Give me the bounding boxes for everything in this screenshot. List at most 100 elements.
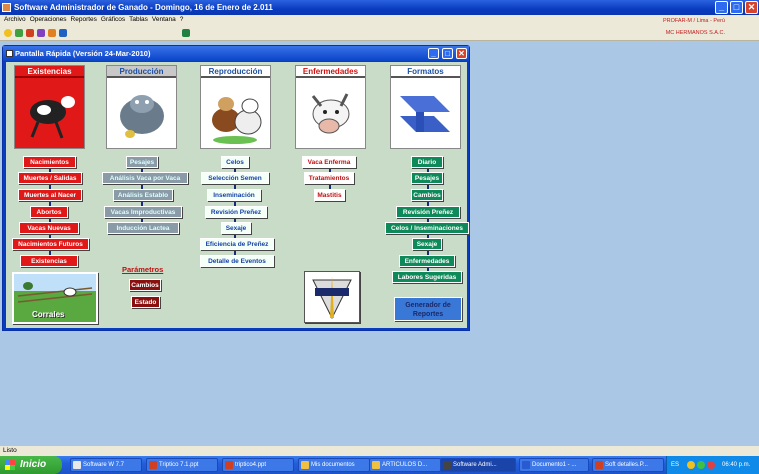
btn-nacimientos[interactable]: Nacimientos	[23, 156, 76, 168]
exit-icon[interactable]	[182, 29, 190, 37]
section-formatos[interactable]: Formatos	[390, 65, 461, 149]
menu-tablas[interactable]: Tablas	[129, 15, 148, 25]
btn-labores-sugeridas[interactable]: Labores Sugeridas	[392, 271, 462, 283]
btn-muertes-salidas[interactable]: Muertes / Salidas	[18, 172, 82, 184]
app-title: Software Administrador de Ganado - Domin…	[14, 3, 273, 12]
btn-muertes-nacer[interactable]: Muertes al Nacer	[18, 189, 82, 201]
task-label: Software W 7.7	[83, 462, 125, 468]
btn-mastitis[interactable]: Mastitis	[314, 189, 345, 201]
btn-sexaje-fmt[interactable]: Sexaje	[412, 238, 442, 250]
btn-param-estado[interactable]: Estado	[131, 296, 160, 308]
child-close-button[interactable]: ✕	[456, 48, 467, 59]
task-item[interactable]: Documento1 - ...	[519, 458, 589, 472]
tray-icon[interactable]	[687, 461, 695, 469]
btn-pesajes-fmt[interactable]: Pesajes	[411, 172, 443, 184]
task-item[interactable]: Triptico 7.1.ppt	[146, 458, 218, 472]
folder-icon	[301, 461, 309, 469]
folder-icon	[372, 461, 380, 469]
btn-seleccion-semen[interactable]: Selección Semen	[201, 172, 269, 184]
menu-reportes[interactable]: Reportes	[71, 15, 97, 25]
section-reproduccion[interactable]: Reproducción	[200, 65, 271, 149]
app-icon	[2, 3, 11, 12]
ppt-icon	[595, 461, 603, 469]
report-icon[interactable]	[26, 29, 34, 37]
maximize-button[interactable]: □	[730, 1, 743, 14]
tool-icon[interactable]	[37, 29, 45, 37]
btn-celos[interactable]: Celos	[221, 156, 249, 168]
close-button[interactable]: ✕	[745, 1, 758, 14]
cow-dancing-picture	[18, 82, 81, 146]
menu-graficos[interactable]: Gráficos	[101, 15, 125, 25]
minimize-button[interactable]: _	[715, 1, 728, 14]
btn-cambios-fmt[interactable]: Cambios	[411, 189, 443, 201]
bull-picture	[110, 82, 173, 146]
toolbar: PROFAR-M / Lima - Perú MC HERMANOS S.A.C…	[0, 18, 759, 41]
task-label: Software Admi...	[453, 462, 497, 468]
menu-operaciones[interactable]: Operaciones	[30, 15, 67, 25]
windows-logo-icon	[5, 460, 15, 470]
menu-help[interactable]: ?	[180, 15, 184, 25]
task-item[interactable]: Software W 7.7	[70, 458, 142, 472]
tray-icon[interactable]	[707, 461, 715, 469]
task-item-active[interactable]: Software Admi...	[440, 458, 516, 472]
btn-pesajes-prod[interactable]: Pesajes	[126, 156, 158, 168]
btn-diario[interactable]: Diario	[411, 156, 443, 168]
task-label: Mis documentos	[311, 462, 355, 468]
language-indicator[interactable]: ES	[671, 456, 679, 474]
task-label: Soft detalles.P...	[605, 462, 648, 468]
menu-ventana[interactable]: Ventana	[152, 15, 176, 25]
generador-reportes-button[interactable]: Generador de Reportes	[394, 297, 462, 321]
calendar-icon[interactable]	[59, 29, 67, 37]
btn-celos-inseminaciones[interactable]: Celos / Inseminaciones	[385, 222, 469, 234]
section-produccion[interactable]: Producción	[106, 65, 177, 149]
child-minimize-button[interactable]: _	[428, 48, 439, 59]
btn-inseminacion[interactable]: Inseminación	[207, 189, 261, 201]
btn-param-cambios[interactable]: Cambios	[129, 279, 161, 291]
btn-detalle-eventos[interactable]: Detalle de Eventos	[200, 255, 274, 267]
app-icon	[73, 461, 81, 469]
btn-vacas-nuevas[interactable]: Vacas Nuevas	[19, 222, 79, 234]
btn-sexaje[interactable]: Sexaje	[221, 222, 251, 234]
ppt-icon	[225, 461, 233, 469]
task-item[interactable]: Soft detalles.P...	[592, 458, 664, 472]
btn-revision-prenez-fmt[interactable]: Revisión Preñez	[396, 206, 460, 218]
quick-screen-window: Pantalla Rápida (Versión 24-Mar-2010) _ …	[2, 45, 470, 331]
section-existencias[interactable]: Existencias	[14, 65, 85, 149]
menu-archivo[interactable]: Archivo	[4, 15, 26, 25]
task-label: Triptico 7.1.ppt	[159, 462, 199, 468]
btn-induccion-lactea[interactable]: Inducción Lactea	[107, 222, 179, 234]
emai-emblem	[312, 276, 352, 320]
section-header: Enfermedades	[296, 66, 365, 78]
app-icon	[443, 461, 451, 469]
word-icon	[522, 461, 530, 469]
start-button[interactable]: Inicio	[0, 456, 62, 474]
folder-icon[interactable]	[48, 29, 56, 37]
section-header: Producción	[107, 66, 176, 78]
child-title-bar: Pantalla Rápida (Versión 24-Mar-2010) _ …	[3, 46, 469, 61]
clock[interactable]: 06:40 p.m.	[722, 456, 750, 474]
status-text: Listo	[3, 447, 17, 454]
btn-revision-prenez[interactable]: Revisión Preñez	[205, 206, 267, 218]
btn-eficiencia-prenez[interactable]: Eficiencia de Preñez	[200, 238, 274, 250]
btn-existencias[interactable]: Existencias	[20, 255, 78, 267]
corrales-button[interactable]: Corrales	[12, 272, 98, 324]
btn-abortos[interactable]: Abortos	[30, 206, 68, 218]
btn-vacas-improductivas[interactable]: Vacas Improductivas	[104, 206, 182, 218]
btn-tratamientos[interactable]: Tratamientos	[304, 172, 354, 184]
btn-vaca-enferma[interactable]: Vaca Enferma	[302, 156, 356, 168]
chart-icon[interactable]	[15, 29, 23, 37]
btn-enfermedades-fmt[interactable]: Enfermedades	[399, 255, 455, 267]
task-item[interactable]: Mis documentos	[298, 458, 370, 472]
task-label: ARTICULOS D...	[382, 462, 428, 468]
task-item[interactable]: ARTICULOS D...	[369, 458, 441, 472]
btn-analisis-vaca[interactable]: Análisis Vaca por Vaca	[102, 172, 188, 184]
btn-analisis-establo[interactable]: Análisis Establo	[113, 189, 173, 201]
emai-logo[interactable]	[304, 271, 360, 323]
child-maximize-button[interactable]: □	[442, 48, 453, 59]
tray-icon[interactable]	[697, 461, 705, 469]
smiley-icon[interactable]	[4, 29, 12, 37]
formats-logo-picture	[394, 82, 457, 146]
task-item[interactable]: triptico4.ppt	[222, 458, 294, 472]
section-enfermedades[interactable]: Enfermedades	[295, 65, 366, 149]
btn-nacimientos-futuros[interactable]: Nacimientos Futuros	[12, 238, 89, 250]
